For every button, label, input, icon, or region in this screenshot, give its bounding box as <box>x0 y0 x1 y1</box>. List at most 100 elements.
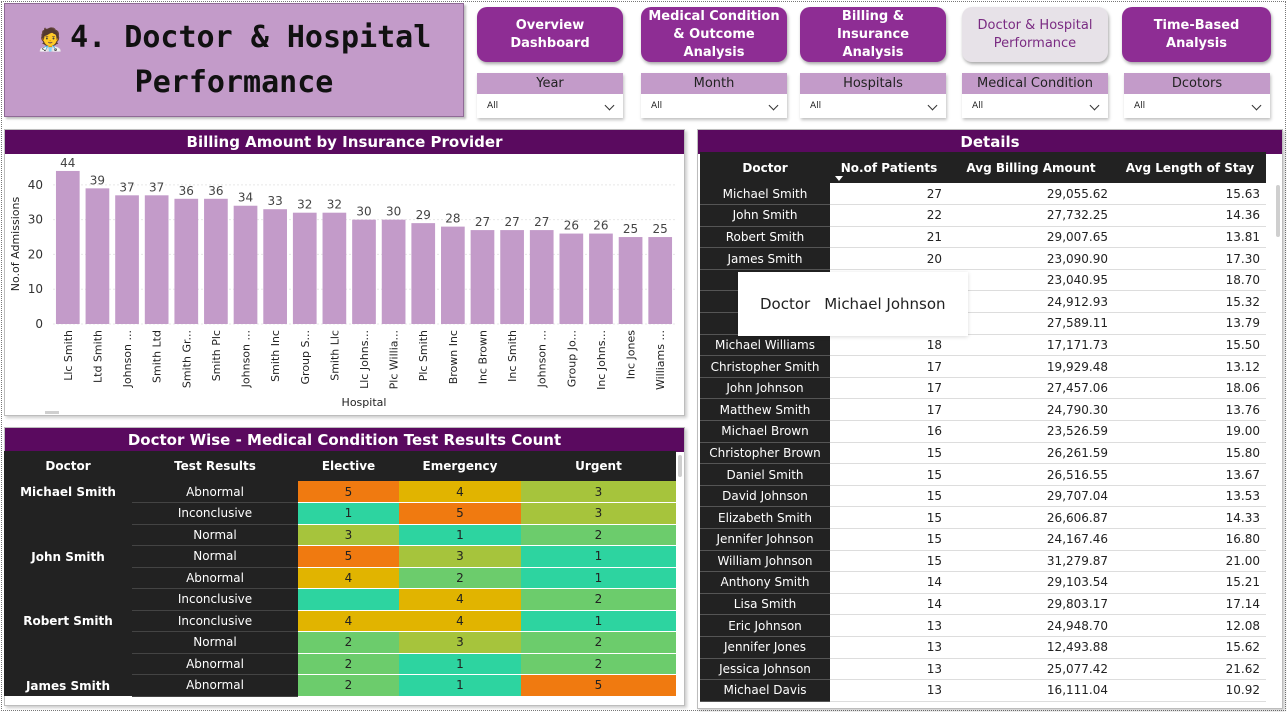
details-row[interactable]: John Smith 22 27,732.25 14.36 <box>700 204 1266 227</box>
matrix-cell-emergency[interactable]: 1 <box>399 674 521 697</box>
matrix-cell-emergency[interactable]: 4 <box>399 588 521 611</box>
matrix-cell-elective[interactable]: 5 <box>298 545 399 568</box>
details-row[interactable]: Michael Smith 27 29,055.62 15.63 <box>700 183 1266 206</box>
matrix-cell-urgent[interactable]: 3 <box>521 481 676 503</box>
chevron-down-icon[interactable] <box>927 100 938 111</box>
details-row[interactable]: Michael Brown 16 23,526.59 19.00 <box>700 420 1266 443</box>
details-row[interactable]: David Johnson 15 29,707.04 13.53 <box>700 485 1266 508</box>
bar[interactable] <box>500 230 524 324</box>
matrix-cell-elective[interactable]: 1 <box>298 502 399 525</box>
slicer-month[interactable]: Month All <box>641 73 787 118</box>
matrix-cell-urgent[interactable]: 1 <box>521 610 676 632</box>
nav-billing-insurance[interactable]: Billing & Insurance Analysis <box>800 7 946 62</box>
slicer-medical-condition[interactable]: Medical Condition All <box>962 73 1108 118</box>
matrix-cell-elective[interactable]: 2 <box>298 631 399 654</box>
bar[interactable] <box>589 233 613 324</box>
details-row[interactable]: Daniel Smith 15 26,516.55 13.67 <box>700 463 1266 486</box>
matrix-cell-elective[interactable]: 3 <box>298 524 399 546</box>
chevron-down-icon[interactable] <box>1251 100 1262 111</box>
slicer-hospitals-dropdown[interactable]: All <box>800 94 946 118</box>
nav-overview-dashboard[interactable]: Overview Dashboard <box>477 7 623 62</box>
slicer-month-dropdown[interactable]: All <box>641 94 787 118</box>
matrix-col-test-results[interactable]: Test Results <box>132 451 298 481</box>
details-row[interactable]: Michael Williams 18 17,171.73 15.50 <box>700 334 1266 357</box>
chart-scrollbar[interactable] <box>45 411 59 414</box>
matrix-cell-urgent[interactable]: 5 <box>521 674 676 697</box>
matrix-row[interactable]: Michael Smith Abnormal 5 4 3 <box>4 481 676 546</box>
details-row[interactable]: John Johnson 17 27,457.06 18.06 <box>700 377 1266 400</box>
details-row[interactable]: William Johnson 15 31,279.87 21.00 <box>700 550 1266 573</box>
matrix-row[interactable]: John Smith Normal 5 3 1 <box>4 545 676 610</box>
slicer-doctors[interactable]: Dcotors All <box>1124 73 1270 118</box>
bar[interactable] <box>85 188 110 324</box>
details-row[interactable]: Matthew Smith 17 24,790.30 13.76 <box>700 398 1266 422</box>
bar[interactable] <box>529 230 554 324</box>
matrix-cell-emergency[interactable]: 1 <box>399 653 521 675</box>
matrix-cell-emergency[interactable]: 1 <box>399 524 521 546</box>
details-row[interactable]: Christopher Brown 15 26,261.59 15.80 <box>700 442 1266 465</box>
details-row[interactable]: Lisa Smith 14 29,803.17 17.14 <box>700 593 1266 616</box>
chevron-down-icon[interactable] <box>604 100 615 111</box>
bar[interactable] <box>470 230 495 324</box>
details-col-billing[interactable]: Avg Billing Amount <box>948 152 1114 183</box>
matrix-cell-elective[interactable]: 2 <box>298 674 399 697</box>
chevron-down-icon[interactable] <box>1089 100 1100 111</box>
matrix-scrollbar[interactable] <box>678 455 682 477</box>
details-row[interactable]: Elizabeth Smith 15 26,606.87 14.33 <box>700 506 1266 529</box>
matrix-cell-urgent[interactable]: 1 <box>521 567 676 589</box>
matrix-cell-urgent[interactable]: 2 <box>521 524 676 546</box>
matrix-cell-emergency[interactable]: 3 <box>399 631 521 654</box>
bar[interactable] <box>233 205 258 324</box>
matrix-cell-urgent[interactable]: 3 <box>521 502 676 525</box>
nav-time-based[interactable]: Time-Based Analysis <box>1122 7 1271 62</box>
details-col-patients[interactable]: No.of Patients <box>830 152 948 183</box>
matrix-cell-elective[interactable]: 4 <box>298 610 399 632</box>
matrix-cell-urgent[interactable]: 2 <box>521 588 676 611</box>
slicer-hospitals[interactable]: Hospitals All <box>800 73 946 118</box>
bar[interactable] <box>618 237 643 324</box>
details-row[interactable]: Michael Davis 13 16,111.04 10.92 <box>700 679 1266 702</box>
matrix-col-elective[interactable]: Elective <box>298 451 399 481</box>
details-row[interactable]: Anthony Smith 14 29,103.54 15.21 <box>700 571 1266 594</box>
details-scrollbar[interactable] <box>1276 185 1280 237</box>
matrix-col-urgent[interactable]: Urgent <box>521 451 676 481</box>
details-row[interactable]: Robert Smith 21 29,007.65 13.81 <box>700 226 1266 249</box>
matrix-cell-urgent[interactable]: 2 <box>521 653 676 675</box>
matrix-cell-emergency[interactable]: 3 <box>399 545 521 568</box>
bar[interactable] <box>204 198 228 324</box>
matrix-col-doctor[interactable]: Doctor <box>4 451 132 481</box>
details-row[interactable]: James Smith 20 23,090.90 17.30 <box>700 247 1266 270</box>
chevron-down-icon[interactable] <box>768 100 779 111</box>
slicer-year[interactable]: Year All <box>477 73 623 118</box>
matrix-cell-urgent[interactable]: 2 <box>521 631 676 654</box>
details-row[interactable]: Jennifer Jones 13 12,493.88 15.62 <box>700 636 1266 659</box>
matrix-cell-elective[interactable] <box>298 588 399 611</box>
bar[interactable] <box>263 209 287 324</box>
sort-descending-icon[interactable] <box>835 176 843 181</box>
matrix-cell-emergency[interactable]: 4 <box>399 610 521 632</box>
matrix-row[interactable]: James Smith Abnormal 2 1 5 <box>4 674 676 697</box>
bar[interactable] <box>411 223 436 324</box>
details-row[interactable]: Christopher Smith 17 19,929.48 13.12 <box>700 355 1266 378</box>
bar[interactable] <box>292 212 317 324</box>
slicer-medical-condition-dropdown[interactable]: All <box>962 94 1108 118</box>
matrix-cell-emergency[interactable]: 5 <box>399 502 521 525</box>
slicer-year-dropdown[interactable]: All <box>477 94 623 118</box>
matrix-cell-emergency[interactable]: 2 <box>399 567 521 589</box>
matrix-col-emergency[interactable]: Emergency <box>399 451 521 481</box>
details-row[interactable]: Jessica Johnson 13 25,077.42 21.62 <box>700 658 1266 681</box>
bar[interactable] <box>174 198 199 324</box>
nav-medical-condition[interactable]: Medical Condition & Outcome Analysis <box>641 7 787 62</box>
matrix-cell-urgent[interactable]: 1 <box>521 545 676 568</box>
details-row[interactable]: Eric Johnson 13 24,948.70 12.08 <box>700 614 1266 637</box>
bar[interactable] <box>55 170 80 324</box>
matrix-row[interactable]: Robert Smith Inconclusive 4 4 1 <box>4 610 676 675</box>
details-col-doctor[interactable]: Doctor <box>700 152 830 183</box>
matrix-cell-emergency[interactable]: 4 <box>399 481 521 503</box>
bar[interactable] <box>322 212 347 324</box>
bar[interactable] <box>144 195 169 324</box>
slicer-doctors-dropdown[interactable]: All <box>1124 94 1270 118</box>
nav-doctor-hospital[interactable]: Doctor & Hospital Performance <box>962 7 1108 62</box>
bar[interactable] <box>381 219 406 324</box>
bar-chart[interactable]: 0 10 20 30 40 44 Llc Smith 39 Ltd Smith 37 Johnson… <box>5 154 684 415</box>
